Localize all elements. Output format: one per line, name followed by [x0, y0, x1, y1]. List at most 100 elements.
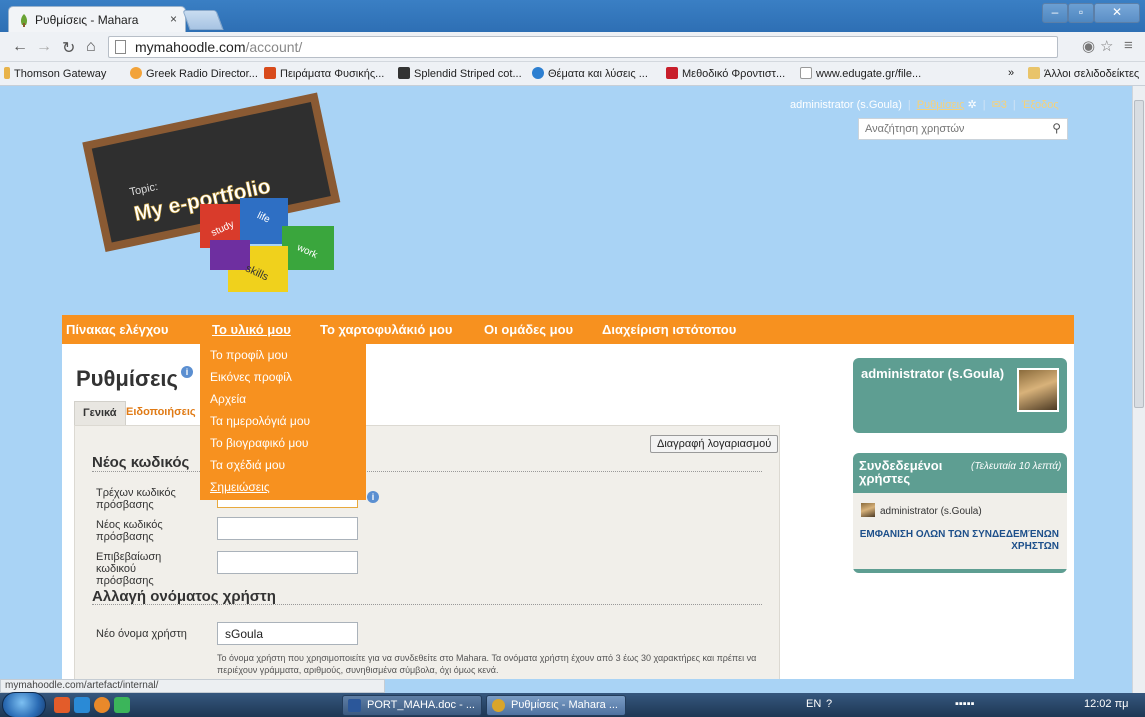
user-link[interactable]: administrator (s.Goula)	[790, 99, 902, 111]
online-users-title: Συνδεδεμένοι χρήστες	[859, 458, 943, 486]
current-password-label: Τρέχων κωδικός πρόσβασης	[96, 487, 176, 511]
profile-sidebar-block: administrator (s.Goula)	[853, 358, 1067, 433]
user-search-box[interactable]: ⚲	[858, 118, 1068, 140]
user-links: administrator (s.Goula) | Ρυθμίσεις ✲ | ✉3 | Έ…	[790, 99, 1059, 111]
eportfolio-logo: Topic: My e-portfolio study life work sk…	[82, 92, 341, 292]
home-icon[interactable]: ⌂	[86, 38, 96, 56]
tray-icons[interactable]: ▪▪▪▪▪	[955, 698, 975, 710]
new-password-label: Νέος κωδικός πρόσβασης	[96, 519, 163, 543]
password-section-title: Νέος κωδικός	[92, 454, 190, 471]
bookmark-favicon-icon	[264, 67, 276, 79]
dropdown-item-plans[interactable]: Τα σχέδιά μου	[210, 458, 285, 472]
bookmark-item[interactable]: Θέματα και λύσεις ...	[532, 67, 648, 80]
start-button[interactable]	[2, 692, 46, 717]
dropdown-item-notes[interactable]: Σημειώσεις	[210, 480, 270, 494]
bookmark-star-icon[interactable]: ☆	[1100, 37, 1113, 55]
page-scrollbar[interactable]	[1132, 86, 1145, 693]
inbox-icon[interactable]: ✉	[992, 99, 1001, 111]
user-search-input[interactable]	[859, 119, 1039, 139]
bookmark-item[interactable]: Πειράματα Φυσικής...	[264, 67, 384, 80]
quicklaunch-icon[interactable]	[74, 697, 90, 713]
page-viewport: Topic: My e-portfolio study life work sk…	[0, 86, 1132, 679]
window-minimize-button[interactable]: –	[1042, 3, 1068, 23]
nav-dashboard[interactable]: Πίνακας ελέγχου	[66, 322, 168, 337]
scrollbar-thumb[interactable]	[1134, 100, 1144, 408]
block-footer	[853, 569, 1067, 573]
sidebar-profile-name[interactable]: administrator (s.Goula)	[861, 366, 1004, 381]
extension-icon[interactable]: ◉	[1082, 37, 1095, 55]
dropdown-item-profile-images[interactable]: Εικόνες προφίλ	[210, 370, 292, 384]
inbox-count[interactable]: 3	[1001, 99, 1007, 111]
quicklaunch-icon[interactable]	[54, 697, 70, 713]
dropdown-item-journals[interactable]: Τα ημερολόγιά μου	[210, 414, 310, 428]
nav-my-portfolio[interactable]: Το χαρτοφυλάκιό μου	[320, 322, 452, 337]
folder-icon	[1028, 67, 1040, 79]
back-icon[interactable]: ←	[12, 38, 28, 56]
reload-icon[interactable]: ↻	[62, 38, 75, 58]
delete-account-button[interactable]: Διαγραφή λογαριασμού	[650, 435, 779, 453]
info-icon[interactable]: i	[367, 491, 379, 503]
bookmark-item[interactable]: Thomson Gateway	[4, 67, 106, 80]
status-url: mymahoodle.com/artefact/internal/	[0, 679, 385, 693]
window-maximize-button[interactable]: ▫	[1068, 3, 1094, 23]
word-icon	[348, 699, 361, 712]
tab-title: Ρυθμίσεις - Mahara	[35, 13, 139, 27]
info-icon[interactable]: i	[181, 366, 193, 378]
nav-my-groups[interactable]: Οι ομάδες μου	[484, 322, 573, 337]
gear-icon: ✲	[967, 99, 977, 111]
bookmark-item[interactable]: www.edugate.gr/file...	[800, 67, 921, 80]
clock[interactable]: 12:02 πμ	[1084, 698, 1129, 710]
my-content-dropdown: Το προφίλ μου Εικόνες προφίλ Αρχεία Τα η…	[200, 344, 366, 500]
logout-link[interactable]: Έξοδος	[1022, 99, 1059, 111]
bookmark-item[interactable]: Greek Radio Director...	[130, 67, 258, 80]
forward-icon[interactable]: →	[36, 38, 52, 56]
bookmark-item[interactable]: Splendid Striped cot...	[398, 67, 522, 80]
windows-taskbar: PORT_MAHA.doc - ... Ρυθμίσεις - Mahara .…	[0, 692, 1145, 717]
bookmarks-overflow-button[interactable]: »	[1008, 67, 1014, 79]
nav-site-admin[interactable]: Διαχείριση ιστότοπου	[602, 322, 736, 337]
radio-favicon-icon	[130, 67, 142, 79]
language-indicator[interactable]: EN	[806, 698, 821, 710]
p-favicon-icon	[398, 67, 410, 79]
bookmark-favicon-icon	[666, 67, 678, 79]
address-bar[interactable]: mymahoodle.com/account/	[108, 36, 1058, 58]
new-password-field[interactable]	[217, 517, 358, 540]
chrome-icon	[492, 699, 505, 712]
bookmark-favicon-icon	[4, 67, 10, 79]
menu-icon[interactable]: ≡	[1124, 37, 1133, 54]
browser-tab[interactable]: Ρυθμίσεις - Mahara ×	[8, 6, 186, 32]
new-username-field[interactable]	[217, 622, 358, 645]
online-user-item[interactable]: administrator (s.Goula)	[861, 503, 982, 517]
section-divider	[92, 471, 762, 472]
mahara-favicon-icon	[20, 14, 28, 27]
taskbar-item-word[interactable]: PORT_MAHA.doc - ...	[342, 695, 482, 716]
firefox-icon[interactable]	[94, 697, 110, 713]
tab-close-icon[interactable]: ×	[170, 12, 177, 26]
address-url: mymahoodle.com/account/	[135, 39, 303, 55]
browser-tabstrip: Ρυθμίσεις - Mahara × – ▫ ✕	[0, 0, 1145, 32]
quicklaunch-icon[interactable]	[114, 697, 130, 713]
avatar[interactable]	[1017, 368, 1059, 412]
online-users-subtitle: (Τελευταία 10 λεπτά)	[971, 461, 1062, 472]
bookmark-item[interactable]: Μεθοδικό Φροντιστ...	[666, 67, 785, 80]
globe-favicon-icon	[532, 67, 544, 79]
bookmarks-bar: Thomson Gateway Greek Radio Director... …	[0, 62, 1145, 86]
dropdown-item-resume[interactable]: Το βιογραφικό μου	[210, 436, 308, 450]
dropdown-item-files[interactable]: Αρχεία	[210, 392, 246, 406]
show-all-online-link[interactable]: ΕΜΦΑΝΙΣΗ ΟΛΩΝ ΤΩΝ ΣΥΝΔΕΔΕΜΈΝΩΝ ΧΡΗΣΤΩΝ	[859, 529, 1059, 553]
window-close-button[interactable]: ✕	[1094, 3, 1140, 23]
new-tab-button[interactable]	[182, 10, 224, 30]
settings-link[interactable]: Ρυθμίσεις	[917, 99, 965, 111]
screen: Ρυθμίσεις - Mahara × – ▫ ✕ ← → ↻ ⌂ mymah…	[0, 0, 1145, 717]
tab-notifications[interactable]: Ειδοποιήσεις	[118, 401, 204, 425]
confirm-password-field[interactable]	[217, 551, 358, 574]
other-bookmarks-folder[interactable]: Άλλοι σελιδοδείκτες	[1028, 67, 1139, 80]
new-username-label: Νέο όνομα χρήστη	[96, 628, 187, 640]
help-icon[interactable]: ?	[826, 698, 832, 710]
main-nav: Πίνακας ελέγχου Το υλικό μου Το χαρτοφυλ…	[62, 315, 1074, 344]
nav-my-content[interactable]: Το υλικό μου	[212, 322, 291, 337]
taskbar-item-chrome[interactable]: Ρυθμίσεις - Mahara ...	[486, 695, 626, 716]
search-icon[interactable]: ⚲	[1052, 121, 1061, 135]
browser-toolbar: ← → ↻ ⌂ mymahoodle.com/account/ ◉ ☆ ≡	[0, 32, 1145, 62]
dropdown-item-profile[interactable]: Το προφίλ μου	[210, 348, 288, 362]
